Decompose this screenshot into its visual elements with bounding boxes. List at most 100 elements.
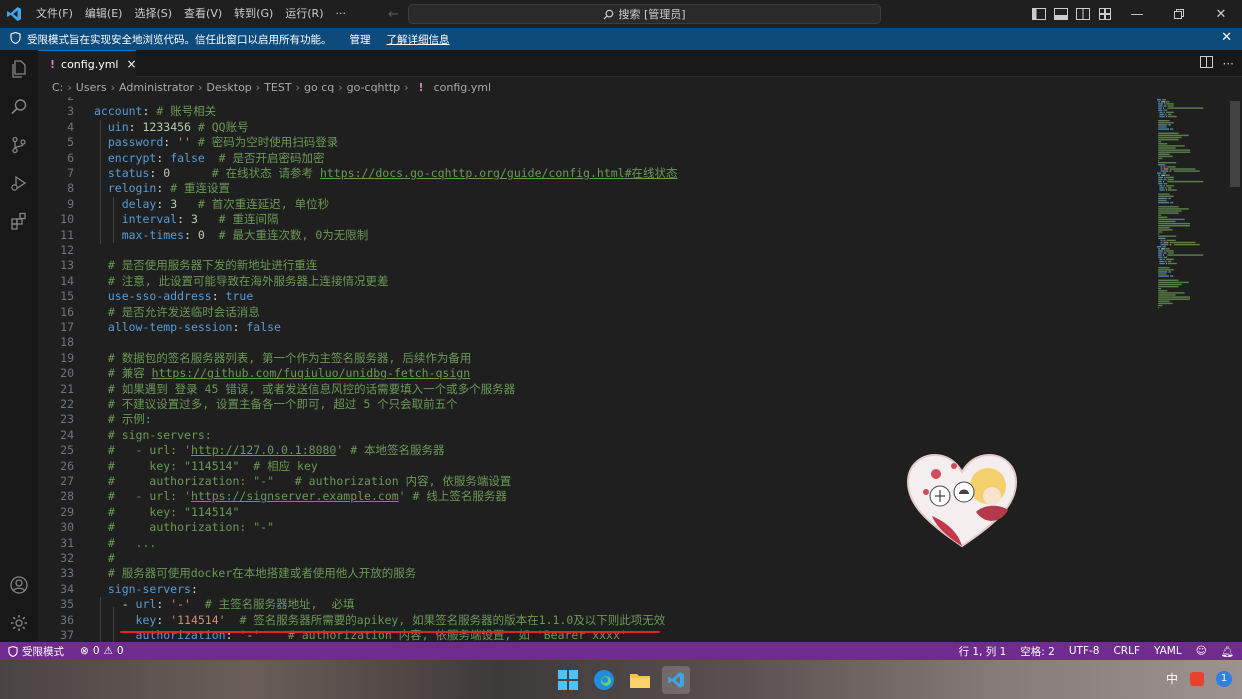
vscode-taskbar-icon[interactable] bbox=[662, 666, 690, 694]
code-line[interactable]: 5 password: '' # 密码为空时使用扫码登录 bbox=[38, 135, 1153, 150]
code-line[interactable]: 20 # 兼容 https://github.com/fuqiuluo/unid… bbox=[38, 366, 1153, 381]
problems-indicator[interactable]: ⊗ 0 ⚠ 0 bbox=[72, 645, 132, 657]
code-line[interactable]: 12 bbox=[38, 243, 1153, 258]
code-line[interactable]: 6 encrypt: false # 是否开启密码加密 bbox=[38, 151, 1153, 166]
menu-more[interactable]: ··· bbox=[330, 0, 353, 28]
menu-view[interactable]: 查看(V) bbox=[178, 0, 228, 28]
notifications-bell-icon[interactable]: 🔔︎ bbox=[1221, 645, 1234, 658]
breadcrumb-users[interactable]: Users bbox=[76, 81, 107, 94]
more-actions-icon[interactable]: ··· bbox=[1223, 57, 1234, 71]
minimap-line bbox=[1158, 180, 1162, 183]
minimize-button[interactable]: — bbox=[1116, 0, 1158, 28]
encoding[interactable]: UTF-8 bbox=[1069, 645, 1100, 657]
close-window-button[interactable]: ✕ bbox=[1200, 0, 1242, 28]
menu-edit[interactable]: 编辑(E) bbox=[79, 0, 129, 28]
banner-manage-link[interactable]: 管理 bbox=[350, 32, 371, 47]
code-line[interactable]: 2 bbox=[38, 97, 1153, 104]
tab-close-icon[interactable]: × bbox=[126, 57, 136, 71]
code-line[interactable]: 33 # 服务器可使用docker在本地搭建或者使用他人开放的服务 bbox=[38, 566, 1153, 581]
code-line[interactable]: 16 # 是否允许发送临时会话消息 bbox=[38, 305, 1153, 320]
minimap-line bbox=[1158, 296, 1190, 298]
code-line[interactable]: 10 interval: 3 # 重连间隔 bbox=[38, 212, 1153, 227]
code-line[interactable]: 22 # 不建议设置过多, 设置主备各一个即可, 超过 5 个只会取前五个 bbox=[38, 397, 1153, 412]
customize-layout-icon[interactable] bbox=[1094, 0, 1116, 28]
minimap[interactable] bbox=[1153, 97, 1228, 642]
minimap-line bbox=[1165, 260, 1167, 263]
toggle-panel-icon[interactable] bbox=[1050, 0, 1072, 28]
breadcrumb-file[interactable]: config.yml bbox=[434, 81, 491, 94]
sogou-ime-icon[interactable] bbox=[1190, 671, 1204, 686]
code-line[interactable]: 18 bbox=[38, 335, 1153, 350]
end-of-line[interactable]: CRLF bbox=[1113, 645, 1140, 657]
split-editor-icon[interactable] bbox=[1199, 56, 1213, 71]
code-line[interactable]: 36 key: '114514' # 签名服务器所需要的apikey, 如果签名… bbox=[38, 613, 1153, 628]
language-mode[interactable]: YAML bbox=[1154, 645, 1182, 657]
title-bar: 文件(F) 编辑(E) 选择(S) 查看(V) 转到(G) 运行(R) ··· … bbox=[0, 0, 1242, 28]
scrollbar-thumb[interactable] bbox=[1230, 101, 1240, 187]
code-line[interactable]: 35 - url: '-' # 主签名服务器地址, 必填 bbox=[38, 597, 1153, 612]
banner-learn-more-link[interactable]: 了解详细信息 bbox=[387, 32, 450, 47]
code-line[interactable]: 11 max-times: 0 # 最大重连次数, 0为无限制 bbox=[38, 228, 1153, 243]
minimap-line bbox=[1163, 241, 1169, 244]
breadcrumb-drive[interactable]: C: bbox=[52, 81, 63, 94]
command-center-search[interactable]: 搜索 [管理员] bbox=[408, 4, 881, 24]
banner-close-icon[interactable]: ✕ bbox=[1221, 30, 1232, 45]
minimap-line bbox=[1158, 174, 1160, 176]
code-line[interactable]: 3 account: # 账号相关 bbox=[38, 104, 1153, 119]
code-line[interactable]: 15 use-sso-address: true bbox=[38, 289, 1153, 304]
restore-button[interactable] bbox=[1158, 0, 1200, 28]
cursor-position[interactable]: 行 1, 列 1 bbox=[959, 644, 1007, 659]
code-text: # key: "114514" # 相应 key bbox=[107, 458, 318, 473]
line-number: 31 bbox=[60, 535, 74, 550]
restricted-mode-indicator[interactable]: 受限模式 bbox=[0, 642, 72, 660]
code-line[interactable]: 13 # 是否使用服务器下发的新地址进行重连 bbox=[38, 258, 1153, 273]
feedback-icon[interactable]: ☺ bbox=[1196, 645, 1207, 657]
minimap-line bbox=[1158, 178, 1163, 181]
code-line[interactable]: 23 # 示例: bbox=[38, 412, 1153, 427]
line-number: 37 bbox=[60, 628, 74, 642]
menu-selection[interactable]: 选择(S) bbox=[128, 0, 178, 28]
indentation[interactable]: 空格: 2 bbox=[1020, 644, 1055, 659]
breadcrumb-go-cqhttp[interactable]: go-cqhttp bbox=[347, 81, 401, 94]
breadcrumb-desktop[interactable]: Desktop bbox=[206, 81, 251, 94]
menu-run[interactable]: 运行(R) bbox=[279, 0, 329, 28]
tab-config-yml[interactable]: ! config.yml × bbox=[38, 50, 137, 77]
source-control-icon[interactable] bbox=[0, 126, 38, 164]
code-line[interactable]: 32 # bbox=[38, 551, 1153, 566]
code-line[interactable]: 24 # sign-servers: bbox=[38, 428, 1153, 443]
minimap-line bbox=[1160, 166, 1163, 168]
extensions-icon[interactable] bbox=[0, 202, 38, 240]
back-arrow-icon[interactable]: ← bbox=[388, 7, 399, 22]
search-activity-icon[interactable] bbox=[0, 88, 38, 126]
run-debug-icon[interactable] bbox=[0, 164, 38, 202]
settings-gear-icon[interactable] bbox=[0, 604, 38, 642]
accounts-icon[interactable] bbox=[0, 566, 38, 604]
breadcrumb-test[interactable]: TEST bbox=[264, 81, 291, 94]
code-line[interactable]: 34 sign-servers: bbox=[38, 582, 1153, 597]
code-line[interactable]: 4 uin: 1233456 # QQ账号 bbox=[38, 120, 1153, 135]
toggle-primary-sidebar-icon[interactable] bbox=[1028, 0, 1050, 28]
code-line[interactable]: 14 # 注意, 此设置可能导致在海外服务器上连接情况更差 bbox=[38, 274, 1153, 289]
code-line[interactable]: 8 relogin: # 重连设置 bbox=[38, 181, 1153, 196]
edge-browser-icon[interactable] bbox=[592, 668, 616, 692]
line-number: 27 bbox=[60, 474, 74, 488]
code-line[interactable]: 17 allow-temp-session: false bbox=[38, 320, 1153, 335]
breadcrumb-administrator[interactable]: Administrator bbox=[119, 81, 194, 94]
ime-indicator[interactable]: 中 bbox=[1166, 670, 1178, 687]
code-line[interactable]: 21 # 如果遇到 登录 45 错误, 或者发送信息风控的话需要填入一个或多个服… bbox=[38, 382, 1153, 397]
minimap-line bbox=[1173, 254, 1204, 256]
code-line[interactable]: 7 status: 0 # 在线状态 请参考 https://docs.go-c… bbox=[38, 166, 1153, 181]
code-line[interactable]: 19 # 数据包的签名服务器列表, 第一个作为主签名服务器, 后续作为备用 bbox=[38, 351, 1153, 366]
breadcrumb-go-cq[interactable]: go cq bbox=[304, 81, 334, 94]
explorer-icon[interactable] bbox=[0, 50, 38, 88]
code-line[interactable]: 9 delay: 3 # 首次重连延迟, 单位秒 bbox=[38, 197, 1153, 212]
vertical-scrollbar[interactable] bbox=[1228, 97, 1242, 642]
toggle-secondary-sidebar-icon[interactable] bbox=[1072, 0, 1094, 28]
minimap-line bbox=[1157, 246, 1162, 248]
code-editor[interactable]: 23account: # 账号相关4 uin: 1233456 # QQ账号5 … bbox=[38, 97, 1153, 642]
file-explorer-icon[interactable] bbox=[628, 668, 652, 692]
menu-file[interactable]: 文件(F) bbox=[30, 0, 79, 28]
windows-start-icon[interactable] bbox=[556, 668, 580, 692]
notification-center-icon[interactable]: 1 bbox=[1216, 670, 1232, 687]
menu-go[interactable]: 转到(G) bbox=[228, 0, 279, 28]
